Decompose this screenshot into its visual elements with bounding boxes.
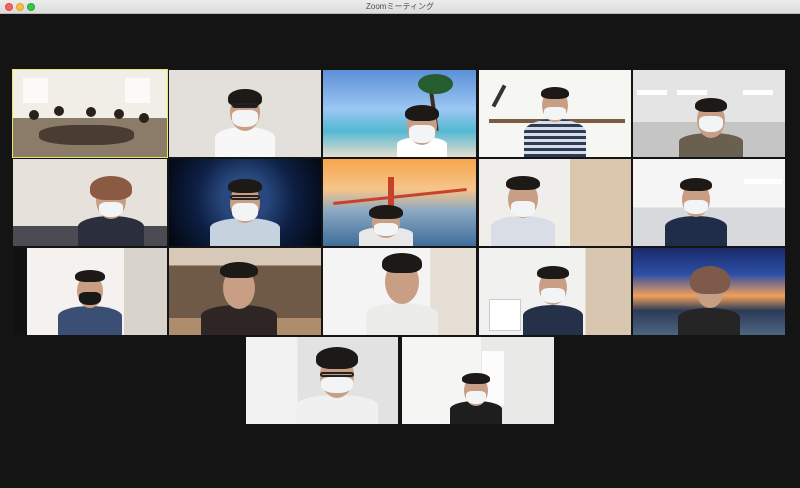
participant-tile-1[interactable] [12, 69, 168, 158]
participant-tile-3[interactable] [323, 70, 476, 157]
participant-tile-10[interactable] [633, 159, 785, 246]
participant-tile-13[interactable] [323, 248, 476, 335]
participant-tile-8[interactable] [323, 159, 476, 246]
participant-tile-12[interactable] [169, 248, 321, 335]
participant-tile-11[interactable] [13, 248, 167, 335]
window-title: Zoomミーティング [366, 2, 434, 11]
participant-tile-9[interactable] [479, 159, 631, 246]
participant-tile-2[interactable] [169, 70, 321, 157]
participant-tile-5[interactable] [633, 70, 785, 157]
window-titlebar: Zoomミーティング [0, 0, 800, 14]
participant-tile-16[interactable] [246, 337, 398, 424]
participant-tile-14[interactable] [479, 248, 631, 335]
participant-tile-6[interactable] [13, 159, 167, 246]
gallery-view [0, 14, 800, 488]
participant-tile-4[interactable] [479, 70, 631, 157]
participant-tile-7[interactable] [169, 159, 321, 246]
participant-tile-17[interactable] [402, 337, 554, 424]
participant-tile-15[interactable] [633, 248, 785, 335]
